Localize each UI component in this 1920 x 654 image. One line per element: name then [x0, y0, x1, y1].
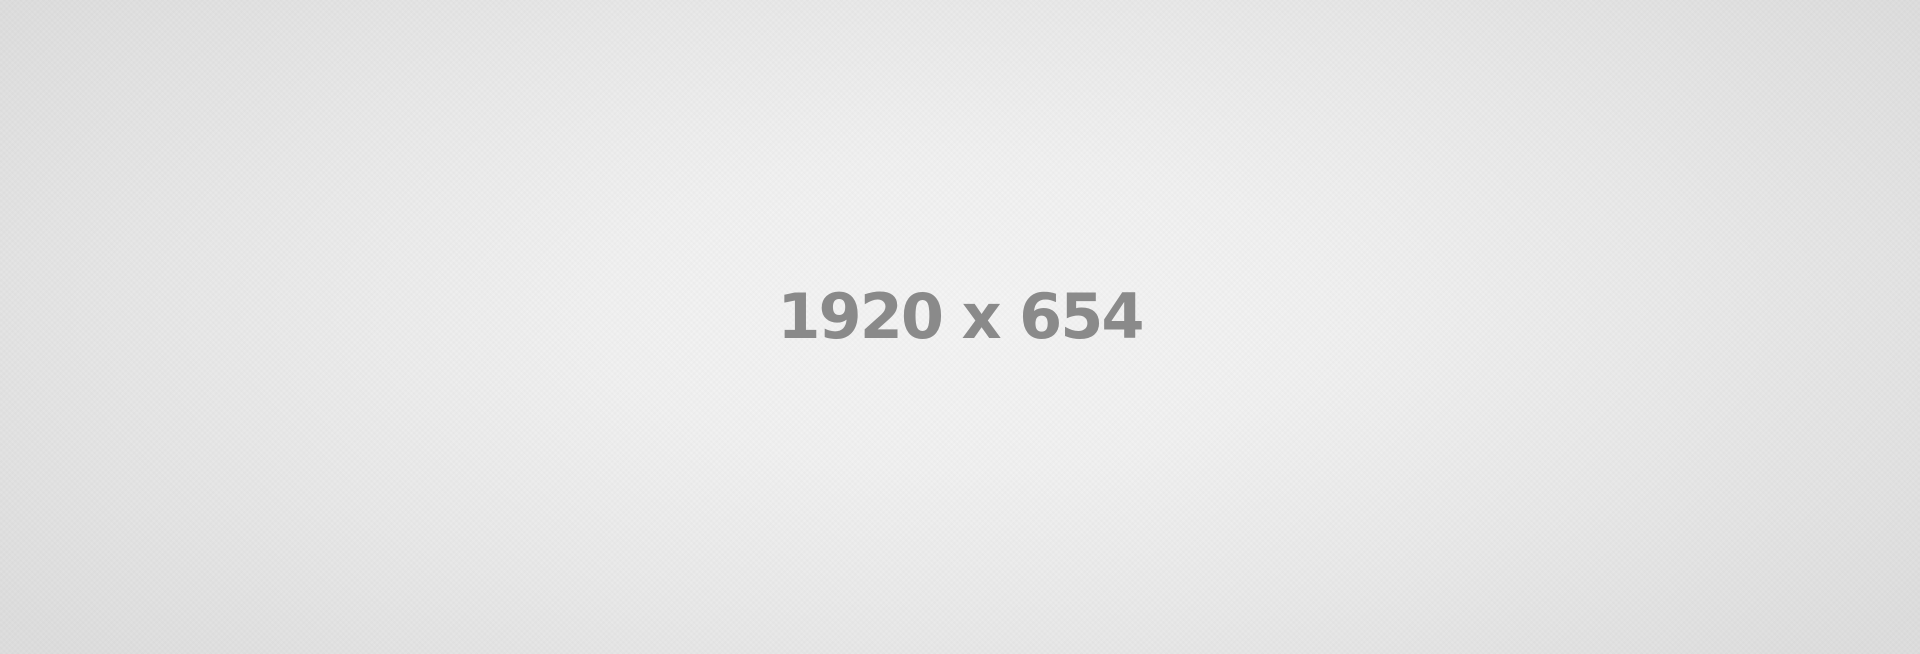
placeholder-dimensions-label: 1920 x 654: [777, 280, 1144, 353]
placeholder-image: 1920 x 654: [0, 0, 1920, 654]
